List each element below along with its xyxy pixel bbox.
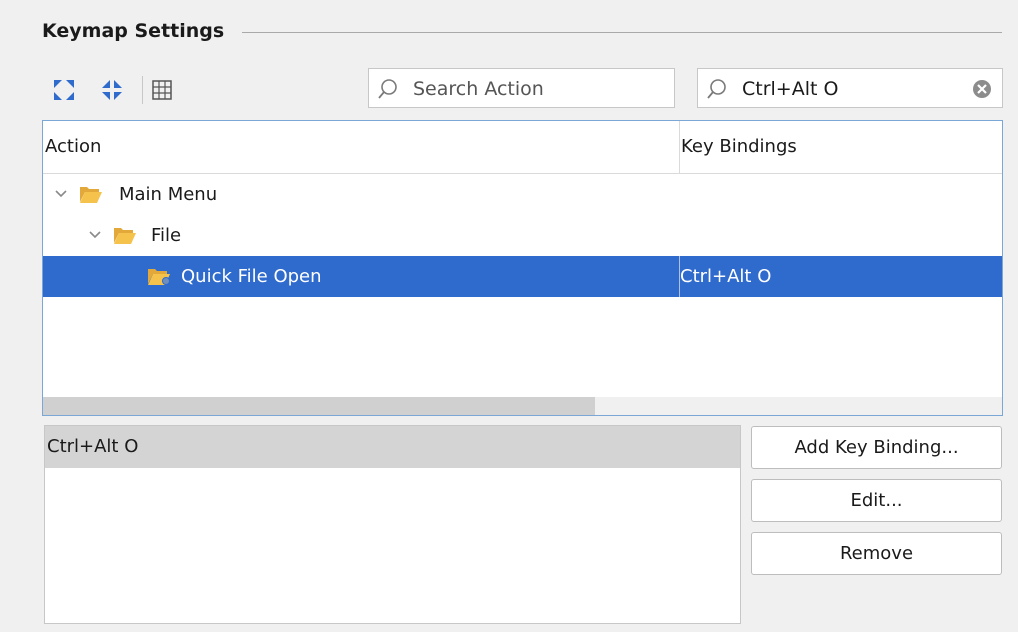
tree-row-label: Main Menu [119, 184, 218, 205]
column-divider[interactable] [679, 121, 680, 173]
collapse-all-icon[interactable] [100, 78, 124, 102]
tree-row-label: Quick File Open [181, 266, 322, 287]
quick-open-icon [148, 269, 170, 285]
search-icon [707, 79, 726, 99]
window-edge [1018, 0, 1036, 635]
column-header-action[interactable]: Action [45, 121, 101, 173]
action-tree[interactable]: Action Key Bindings Main Menu File Quick… [42, 120, 1003, 416]
expand-all-icon[interactable] [52, 78, 76, 102]
add-key-binding-button[interactable]: Add Key Binding... [751, 426, 1002, 469]
search-binding-input[interactable]: Ctrl+Alt O [697, 68, 1003, 108]
list-item-label: Ctrl+Alt O [47, 436, 139, 457]
folder-open-icon [114, 228, 136, 244]
clear-icon[interactable] [972, 79, 992, 99]
toolbar-separator [142, 76, 143, 104]
horizontal-scrollbar-thumb[interactable] [43, 397, 595, 415]
search-action-input[interactable]: Search Action [368, 68, 675, 108]
tree-row-main-menu[interactable]: Main Menu [43, 174, 1002, 215]
list-item[interactable]: Ctrl+Alt O [45, 426, 740, 468]
tree-row-label: File [151, 225, 182, 246]
table-icon[interactable] [150, 78, 174, 102]
tree-row-file[interactable]: File [43, 215, 1002, 256]
group-divider [242, 32, 1002, 33]
keymap-settings-panel: Keymap Settings Search Action Ctrl+Alt O… [0, 0, 1036, 635]
tree-header: Action Key Bindings [43, 121, 1002, 174]
column-header-key-bindings[interactable]: Key Bindings [681, 121, 797, 173]
edit-button[interactable]: Edit... [751, 479, 1002, 522]
search-binding-value: Ctrl+Alt O [742, 78, 839, 100]
key-bindings-list[interactable]: Ctrl+Alt O [44, 425, 741, 624]
tree-row-binding: Ctrl+Alt O [680, 266, 772, 287]
chevron-down-icon[interactable] [53, 186, 69, 202]
tree-row-quick-file-open[interactable]: Quick File Open Ctrl+Alt O [43, 256, 1002, 297]
folder-open-icon [80, 187, 102, 203]
remove-button[interactable]: Remove [751, 532, 1002, 575]
search-icon [378, 79, 397, 99]
group-title: Keymap Settings [42, 20, 225, 42]
search-action-placeholder: Search Action [413, 78, 544, 100]
chevron-down-icon[interactable] [87, 227, 103, 243]
